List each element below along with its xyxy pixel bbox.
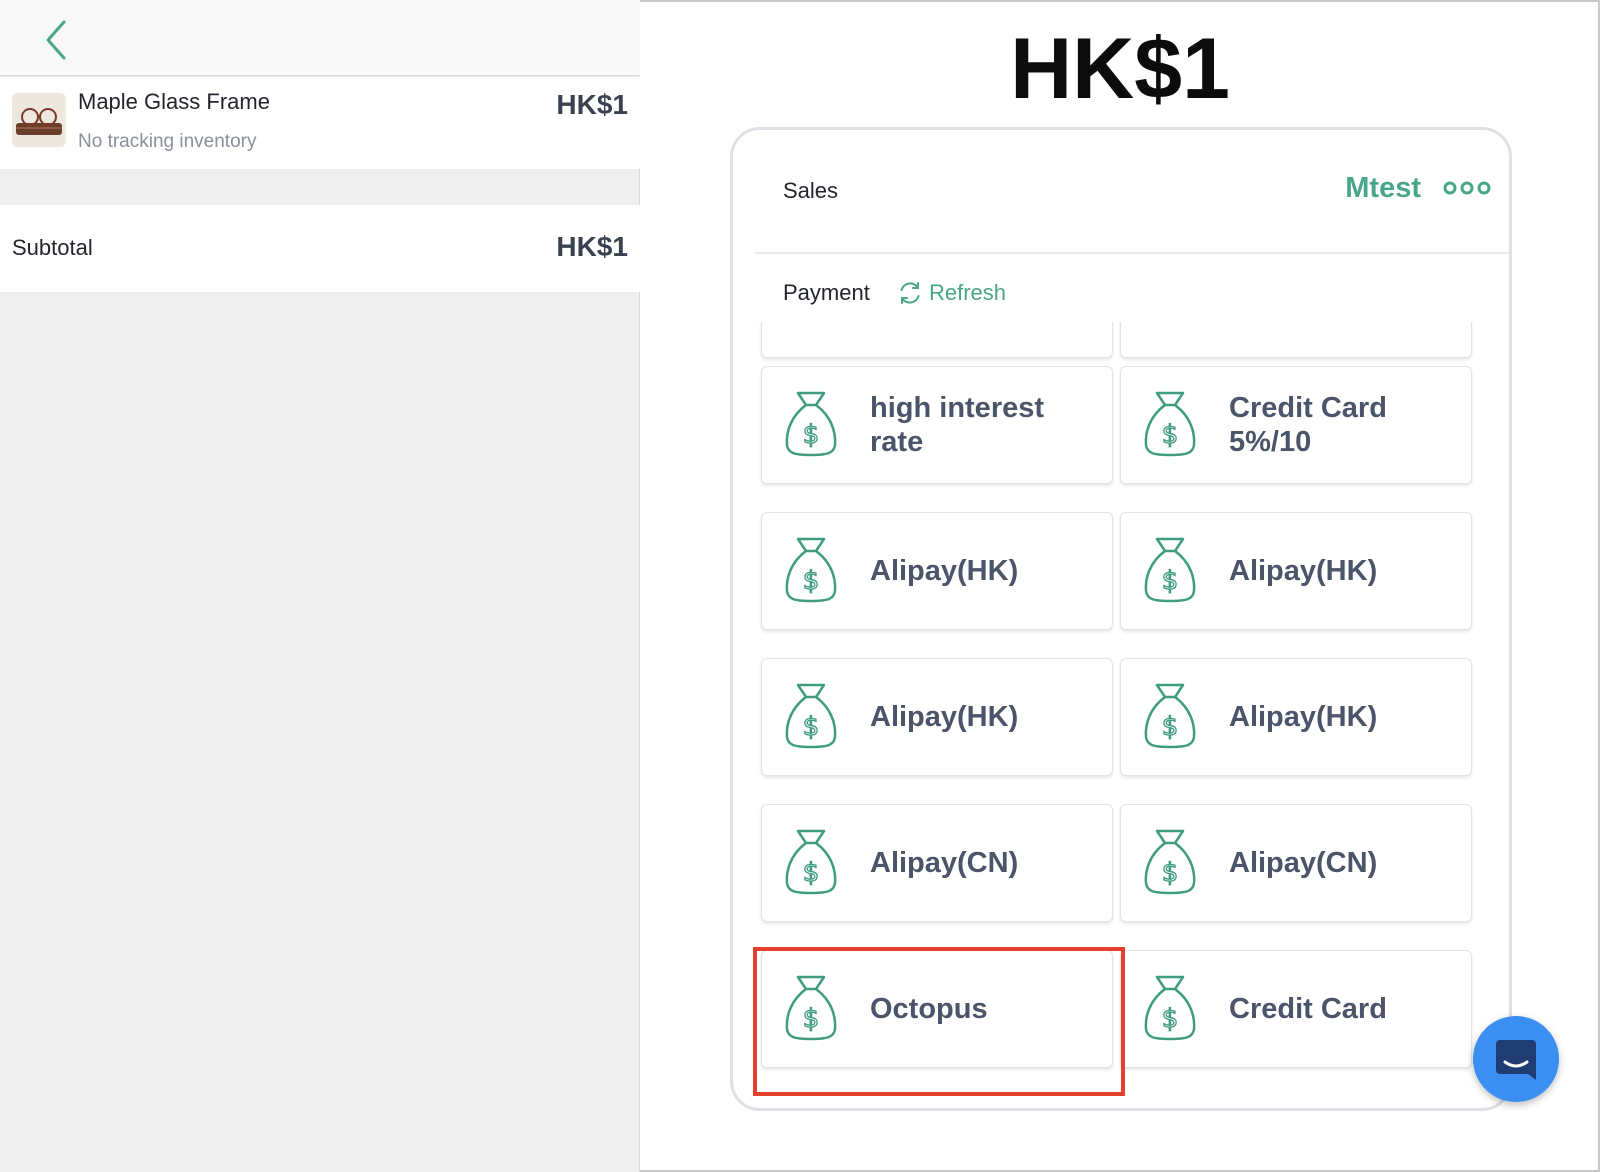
subtotal-row: Subtotal HK$1: [0, 205, 640, 292]
svg-text:$: $: [803, 712, 820, 742]
payment-method-label: high interest rate: [870, 391, 1045, 458]
cart-header: [0, 0, 640, 76]
payment-method-card[interactable]: $ Alipay(CN): [761, 804, 1113, 922]
payment-method-label: Credit Card 5%/10: [1229, 391, 1387, 458]
cart-item-price: HK$1: [556, 89, 628, 120]
svg-text:$: $: [1162, 1004, 1179, 1034]
subtotal-label: Subtotal: [12, 235, 93, 260]
eyeglasses-thumbnail-icon: [12, 93, 66, 147]
cart-item-name: Maple Glass Frame: [78, 89, 270, 114]
svg-text:$: $: [803, 858, 820, 888]
svg-text:$: $: [1162, 858, 1179, 888]
payment-method-card[interactable]: $ Alipay(HK): [761, 658, 1113, 776]
payment-method-card[interactable]: $ Credit Card: [1120, 950, 1472, 1068]
svg-text:$: $: [1162, 712, 1179, 742]
money-bag-icon: $: [785, 537, 837, 603]
svg-text:$: $: [1162, 420, 1179, 450]
money-bag-icon: $: [1144, 829, 1196, 895]
money-bag-icon: $: [1144, 537, 1196, 603]
payment-method-label: Alipay(CN): [1229, 846, 1378, 879]
svg-text:$: $: [803, 420, 820, 450]
payment-method-label: Alipay(HK): [870, 700, 1019, 733]
sales-label: Sales: [783, 178, 839, 203]
chat-support-button[interactable]: [1473, 1016, 1559, 1102]
payment-method-card[interactable]: $ Alipay(HK): [1120, 658, 1472, 776]
payment-method-label: Credit Card: [1229, 992, 1387, 1025]
cart-pane: Maple Glass Frame No tracking inventory …: [0, 0, 640, 1172]
payment-method-partial-card[interactable]: [1120, 322, 1472, 358]
payment-method-card[interactable]: $ Alipay(HK): [1120, 512, 1472, 630]
svg-text:$: $: [1162, 566, 1179, 596]
cart-item-subtitle: No tracking inventory: [78, 131, 257, 152]
back-button[interactable]: [38, 18, 74, 62]
store-name[interactable]: Mtest: [1345, 172, 1421, 205]
payment-method-label: Alipay(HK): [1229, 700, 1378, 733]
money-bag-icon: $: [1144, 975, 1196, 1041]
refresh-button[interactable]: Refresh: [897, 278, 1006, 308]
payment-method-label: Alipay(CN): [870, 846, 1019, 879]
more-dots-icon: [1443, 181, 1491, 195]
cart-item-row[interactable]: Maple Glass Frame No tracking inventory …: [0, 77, 640, 169]
more-options-button[interactable]: [1443, 180, 1491, 196]
chevron-left-icon: [46, 20, 66, 60]
payment-method-partial-card[interactable]: [761, 322, 1113, 358]
payment-method-card[interactable]: $ Credit Card 5%/10: [1120, 366, 1472, 484]
payment-method-label: Alipay(HK): [1229, 554, 1378, 587]
money-bag-icon: $: [1144, 391, 1196, 457]
selection-highlight-box: [753, 947, 1125, 1096]
subtotal-value: HK$1: [556, 231, 628, 262]
payment-method-label: Alipay(HK): [870, 554, 1019, 587]
chat-icon: [1496, 1040, 1536, 1080]
payment-label: Payment: [783, 280, 870, 305]
refresh-icon: [900, 282, 920, 304]
money-bag-icon: $: [785, 391, 837, 457]
money-bag-icon: $: [785, 829, 837, 895]
svg-text:$: $: [803, 566, 820, 596]
payment-method-card[interactable]: $ Alipay(CN): [1120, 804, 1472, 922]
money-bag-icon: $: [1144, 683, 1196, 749]
total-amount: HK$1: [1010, 21, 1230, 117]
panel-divider: [755, 252, 1509, 254]
refresh-label: Refresh: [929, 280, 1007, 305]
payment-method-card[interactable]: $ Alipay(HK): [761, 512, 1113, 630]
money-bag-icon: $: [785, 683, 837, 749]
payment-method-card[interactable]: $ high interest rate: [761, 366, 1113, 484]
